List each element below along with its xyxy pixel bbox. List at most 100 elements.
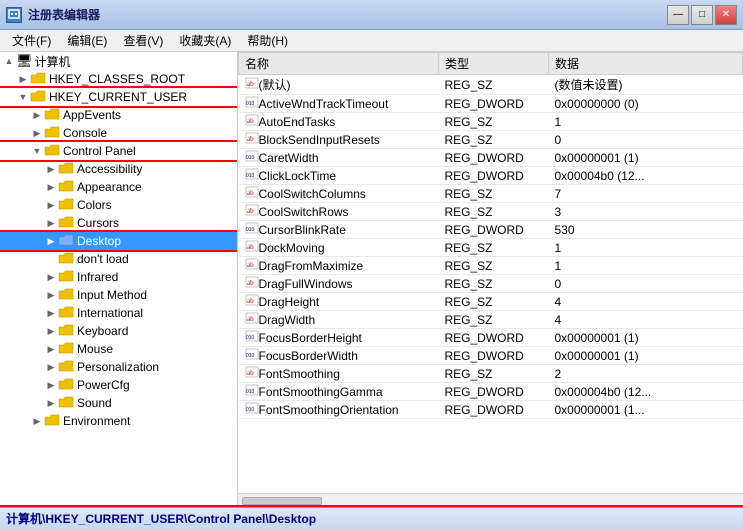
expand-mouse[interactable]: ▶ (44, 342, 58, 356)
table-row[interactable]: 010FontSmoothingGammaREG_DWORD0x000004b0… (239, 383, 743, 401)
tree-item-computer[interactable]: ▲ 🖥 计算机 (0, 52, 237, 70)
tree-item-appearance[interactable]: ▶ Appearance (0, 178, 237, 196)
expand-controlpanel[interactable]: ▼ (30, 144, 44, 158)
tree-item-colors[interactable]: ▶ Colors (0, 196, 237, 214)
menu-file[interactable]: 文件(F) (4, 30, 59, 51)
table-row[interactable]: ab(默认)REG_SZ(数值未设置) (239, 75, 743, 95)
tree-item-inputmethod[interactable]: ▶ Input Method (0, 286, 237, 304)
tree-item-accessibility[interactable]: ▶ Accessibility (0, 160, 237, 178)
expand-accessibility[interactable]: ▶ (44, 162, 58, 176)
horizontal-scrollbar[interactable] (238, 493, 743, 507)
expand-hkcu[interactable]: ▼ (16, 90, 30, 104)
type-icon: 010 (245, 169, 259, 183)
table-row[interactable]: 010ClickLockTimeREG_DWORD0x00004b0 (12..… (239, 167, 743, 185)
table-row[interactable]: abDragHeightREG_SZ4 (239, 293, 743, 311)
tree-scroll[interactable]: ▲ 🖥 计算机 ▶ HKEY_CLASSES_ROOT ▼ HKEY_CURRE… (0, 52, 237, 507)
expand-cursors[interactable]: ▶ (44, 216, 58, 230)
expand-personalization[interactable]: ▶ (44, 360, 58, 374)
table-row[interactable]: 010FontSmoothingOrientationREG_DWORD0x00… (239, 401, 743, 419)
cell-data: 0x00000001 (1) (549, 347, 743, 365)
tree-item-sound[interactable]: ▶ Sound (0, 394, 237, 412)
menu-help[interactable]: 帮助(H) (239, 30, 296, 51)
svg-text:010: 010 (246, 335, 255, 341)
type-icon: ab (245, 133, 259, 147)
table-row[interactable]: 010FocusBorderHeightREG_DWORD0x00000001 … (239, 329, 743, 347)
menu-edit[interactable]: 编辑(E) (59, 30, 115, 51)
expand-international[interactable]: ▶ (44, 306, 58, 320)
expand-sound[interactable]: ▶ (44, 396, 58, 410)
tree-item-console[interactable]: ▶ Console (0, 124, 237, 142)
table-row[interactable]: abDragFullWindowsREG_SZ0 (239, 275, 743, 293)
tree-item-desktop[interactable]: ▶ Desktop (0, 232, 237, 250)
cell-data: 1 (549, 257, 743, 275)
expand-hkcr[interactable]: ▶ (16, 72, 30, 86)
close-button[interactable]: ✕ (715, 5, 737, 25)
cell-name: ActiveWndTrackTimeout (259, 97, 389, 111)
tree-item-controlpanel[interactable]: ▼ Control Panel (0, 142, 237, 160)
table-row[interactable]: abCoolSwitchRowsREG_SZ3 (239, 203, 743, 221)
type-icon: 010 (245, 223, 259, 237)
table-row[interactable]: 010ActiveWndTrackTimeoutREG_DWORD0x00000… (239, 95, 743, 113)
expand-inputmethod[interactable]: ▶ (44, 288, 58, 302)
minimize-button[interactable]: — (667, 5, 689, 25)
type-icon: ab (245, 78, 259, 92)
expand-keyboard[interactable]: ▶ (44, 324, 58, 338)
expand-appevents[interactable]: ▶ (30, 108, 44, 122)
expand-desktop[interactable]: ▶ (44, 234, 58, 248)
tree-panel[interactable]: ▲ 🖥 计算机 ▶ HKEY_CLASSES_ROOT ▼ HKEY_CURRE… (0, 52, 238, 507)
table-row[interactable]: abBlockSendInputResetsREG_SZ0 (239, 131, 743, 149)
cell-name: CursorBlinkRate (259, 223, 346, 237)
maximize-button[interactable]: □ (691, 5, 713, 25)
col-header-name[interactable]: 名称 (239, 53, 439, 75)
tree-item-mouse[interactable]: ▶ Mouse (0, 340, 237, 358)
cell-data: 3 (549, 203, 743, 221)
cell-data: 0x00000001 (1) (549, 329, 743, 347)
table-row[interactable]: 010CursorBlinkRateREG_DWORD530 (239, 221, 743, 239)
type-icon: 010 (245, 97, 259, 111)
tree-item-cursors[interactable]: ▶ Cursors (0, 214, 237, 232)
tree-item-hkcr[interactable]: ▶ HKEY_CLASSES_ROOT (0, 70, 237, 88)
tree-item-infrared[interactable]: ▶ Infrared (0, 268, 237, 286)
menu-view[interactable]: 查看(V) (115, 30, 171, 51)
table-row[interactable]: 010FocusBorderWidthREG_DWORD0x00000001 (… (239, 347, 743, 365)
tree-item-personalization[interactable]: ▶ Personalization (0, 358, 237, 376)
table-row[interactable]: abAutoEndTasksREG_SZ1 (239, 113, 743, 131)
table-row[interactable]: abCoolSwitchColumnsREG_SZ7 (239, 185, 743, 203)
tree-item-keyboard[interactable]: ▶ Keyboard (0, 322, 237, 340)
right-panel: 名称 类型 数据 ab(默认)REG_SZ(数值未设置)010ActiveWnd… (238, 52, 743, 507)
tree-item-dontload[interactable]: don't load (0, 250, 237, 268)
expand-environment[interactable]: ▶ (30, 414, 44, 428)
expand-computer[interactable]: ▲ (2, 54, 16, 68)
expand-appearance[interactable]: ▶ (44, 180, 58, 194)
expand-colors[interactable]: ▶ (44, 198, 58, 212)
table-row[interactable]: abDragFromMaximizeREG_SZ1 (239, 257, 743, 275)
tree-label-powercfg: PowerCfg (77, 378, 130, 392)
cell-data: 4 (549, 293, 743, 311)
cell-type: REG_DWORD (439, 221, 549, 239)
tree-item-hkcu[interactable]: ▼ HKEY_CURRENT_USER (0, 88, 237, 106)
tree-item-international[interactable]: ▶ International (0, 304, 237, 322)
cell-name: FocusBorderWidth (259, 349, 358, 363)
cell-name: CaretWidth (259, 151, 319, 165)
cell-type: REG_SZ (439, 275, 549, 293)
expand-infrared[interactable]: ▶ (44, 270, 58, 284)
tree-label-international: International (77, 306, 143, 320)
table-row[interactable]: abDockMovingREG_SZ1 (239, 239, 743, 257)
menu-favorites[interactable]: 收藏夹(A) (171, 30, 239, 51)
folder-icon-accessibility (58, 161, 74, 178)
table-row[interactable]: abFontSmoothingREG_SZ2 (239, 365, 743, 383)
col-header-type[interactable]: 类型 (439, 53, 549, 75)
table-row[interactable]: abDragWidthREG_SZ4 (239, 311, 743, 329)
cell-name: DockMoving (259, 241, 325, 255)
tree-item-powercfg[interactable]: ▶ PowerCfg (0, 376, 237, 394)
col-header-data[interactable]: 数据 (549, 53, 743, 75)
table-row[interactable]: 010CaretWidthREG_DWORD0x00000001 (1) (239, 149, 743, 167)
table-container[interactable]: 名称 类型 数据 ab(默认)REG_SZ(数值未设置)010ActiveWnd… (238, 52, 743, 493)
expand-powercfg[interactable]: ▶ (44, 378, 58, 392)
cell-type: REG_SZ (439, 75, 549, 95)
tree-item-appevents[interactable]: ▶ AppEvents (0, 106, 237, 124)
cell-name: FontSmoothingGamma (259, 385, 383, 399)
tree-item-environment[interactable]: ▶ Environment (0, 412, 237, 430)
expand-console[interactable]: ▶ (30, 126, 44, 140)
svg-text:ab: ab (247, 189, 254, 197)
